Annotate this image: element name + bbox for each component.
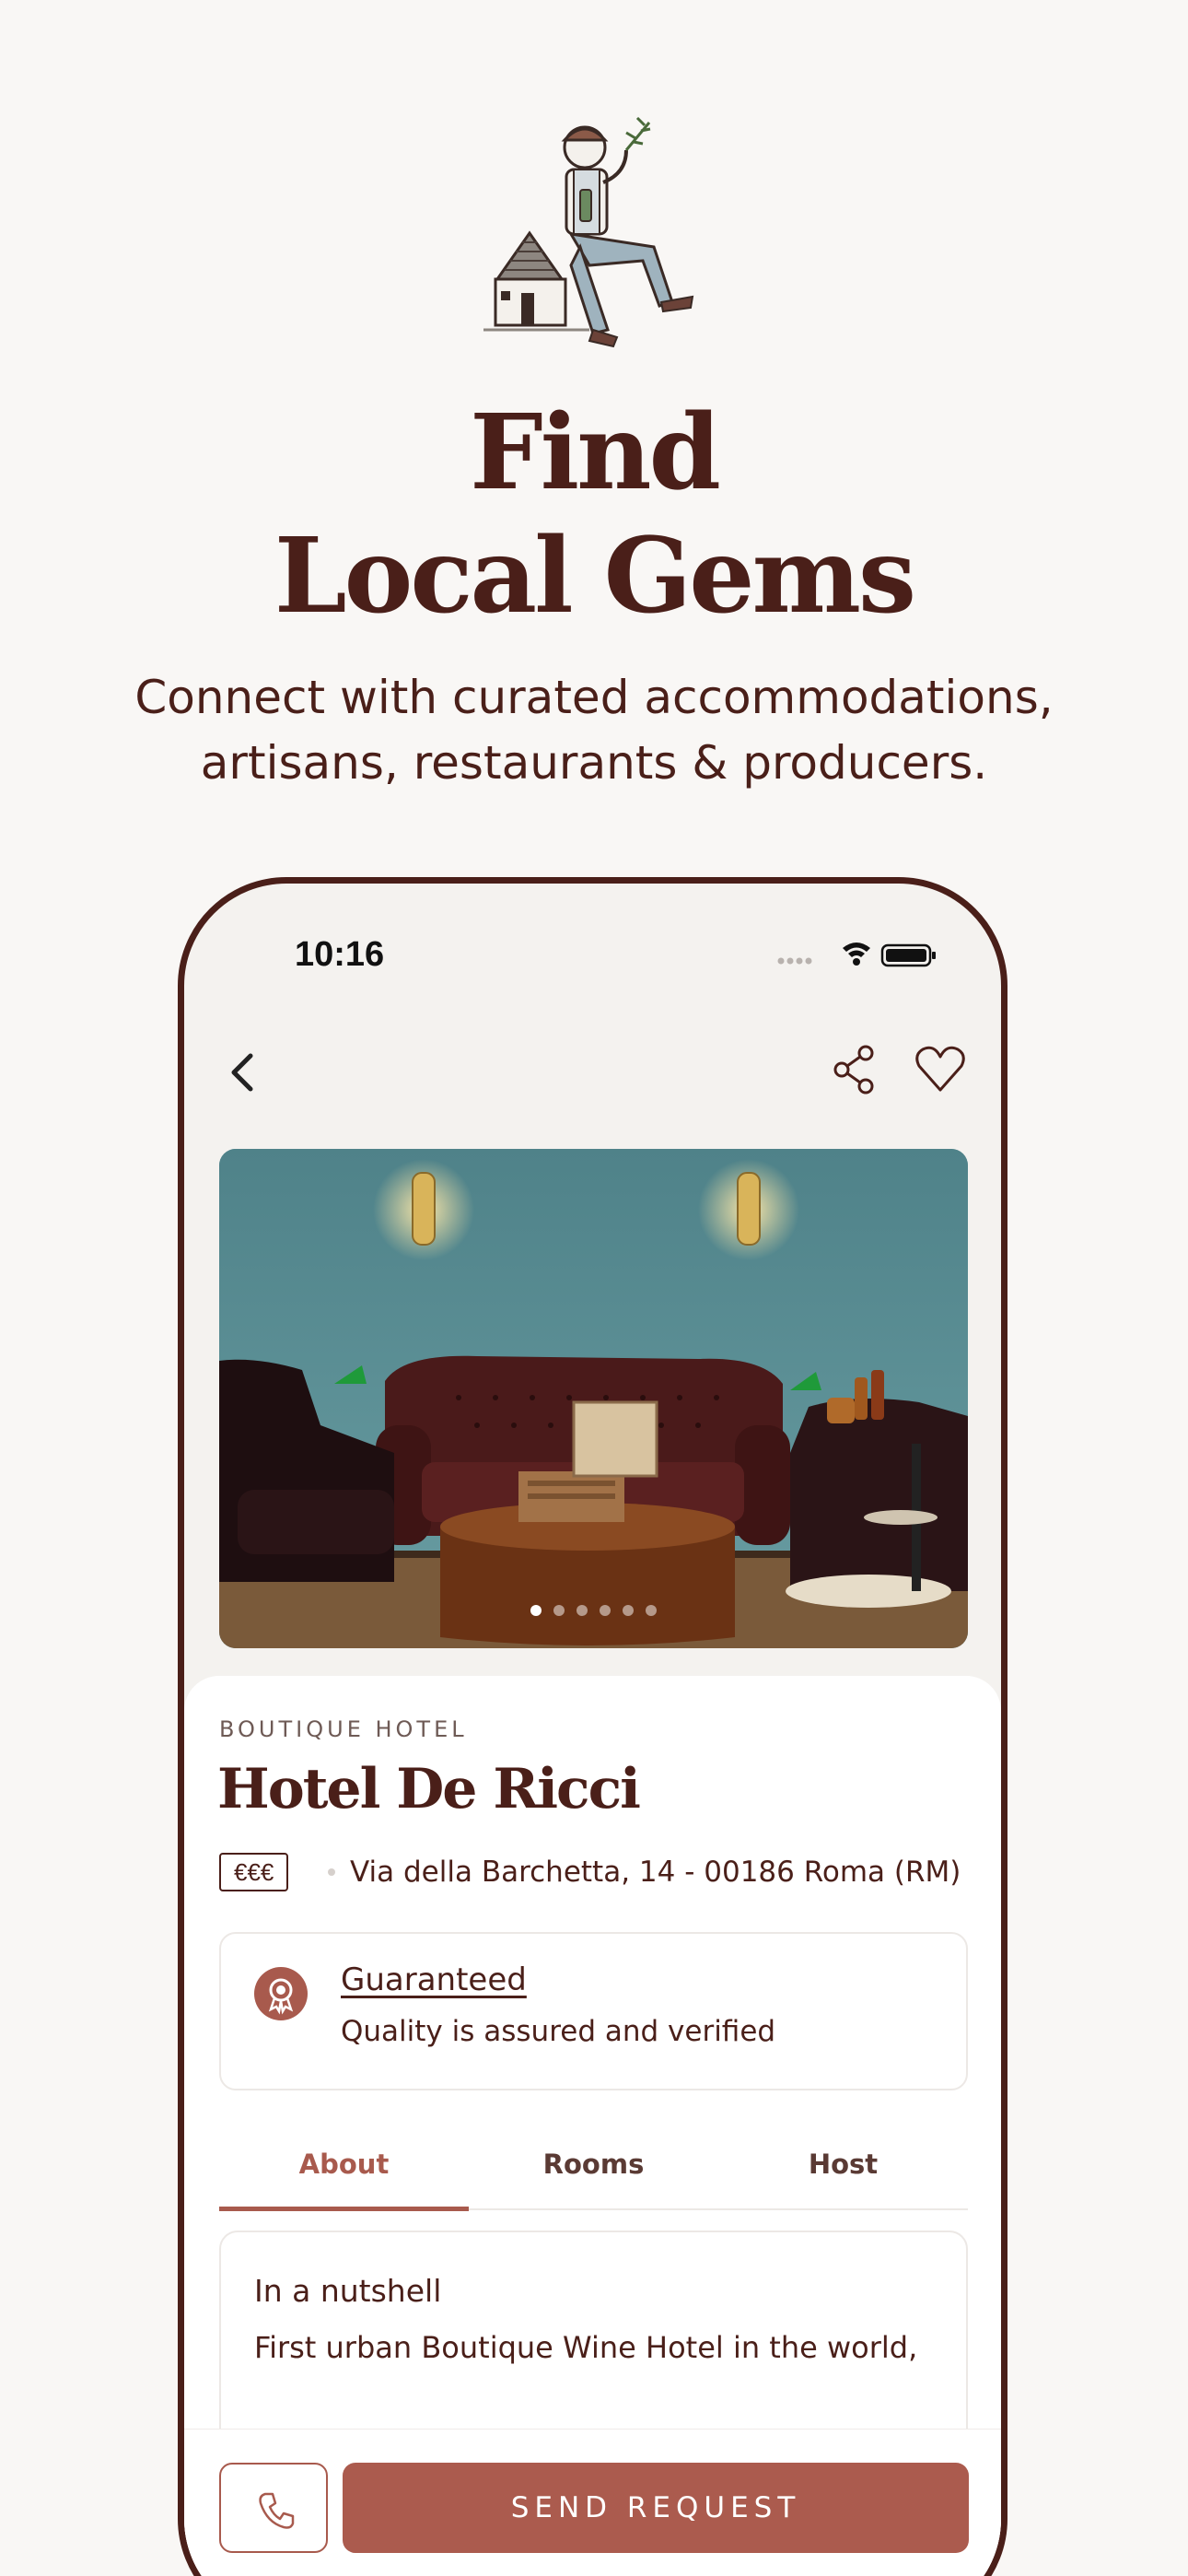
favorite-button[interactable] xyxy=(912,1040,969,1099)
nutshell-section: In a nutshell First urban Boutique Wine … xyxy=(219,2231,968,2452)
share-icon xyxy=(833,1045,874,1095)
hero-title: Find Local Gems xyxy=(0,392,1188,638)
tab-about[interactable]: About xyxy=(219,2137,469,2211)
hero-subtitle-line2: artisans, restaurants & producers. xyxy=(200,736,988,790)
hero-subtitle-line1: Connect with curated accommodations, xyxy=(134,671,1054,724)
separator-dot xyxy=(328,1868,335,1876)
price-level-badge: €€€ xyxy=(219,1853,289,1891)
chevron-left-icon xyxy=(231,1053,253,1092)
send-request-button[interactable]: SEND REQUEST xyxy=(343,2463,969,2553)
listing-address[interactable]: Via della Barchetta, 14 - 00186 Roma (RM… xyxy=(350,1853,961,1891)
listing-category: BOUTIQUE HOTEL xyxy=(219,1716,468,1742)
rosette-icon xyxy=(254,1967,308,2020)
listing-tabs: About Rooms Host xyxy=(219,2137,968,2211)
hero-title-line1: Find xyxy=(470,392,721,513)
phone-icon xyxy=(259,2492,295,2529)
heart-icon xyxy=(915,1046,965,1092)
call-button[interactable] xyxy=(219,2463,328,2553)
tab-host[interactable]: Host xyxy=(718,2137,968,2208)
listing-photo[interactable] xyxy=(219,1149,968,1648)
nutshell-text: First urban Boutique Wine Hotel in the w… xyxy=(254,2330,918,2365)
battery-icon xyxy=(880,943,936,967)
status-time: 10:16 xyxy=(295,935,385,974)
photo-pagination xyxy=(530,1604,658,1617)
share-button[interactable] xyxy=(829,1040,880,1099)
status-icons xyxy=(774,941,958,968)
back-button[interactable] xyxy=(221,1045,267,1100)
listing-title: Hotel De Ricci xyxy=(217,1757,641,1821)
wifi-icon xyxy=(843,943,870,966)
bottom-action-bar: SEND REQUEST xyxy=(184,2429,1001,2576)
tab-rooms[interactable]: Rooms xyxy=(469,2137,718,2208)
signal-icon xyxy=(777,957,812,965)
guarantee-title[interactable]: Guaranteed xyxy=(341,1961,527,1998)
guarantee-box[interactable]: Guaranteed Quality is assured and verifi… xyxy=(219,1932,968,2090)
nutshell-title: In a nutshell xyxy=(254,2273,442,2309)
phone-frame: 10:16 BOUTIQUE HOTEL Hotel De Ricci €€€ … xyxy=(178,877,1007,2576)
mascot-illustration xyxy=(479,109,709,353)
guarantee-subtitle: Quality is assured and verified xyxy=(341,2015,776,2048)
hero-title-line2: Local Gems xyxy=(274,516,916,637)
hero-subtitle: Connect with curated accommodations, art… xyxy=(0,665,1188,796)
